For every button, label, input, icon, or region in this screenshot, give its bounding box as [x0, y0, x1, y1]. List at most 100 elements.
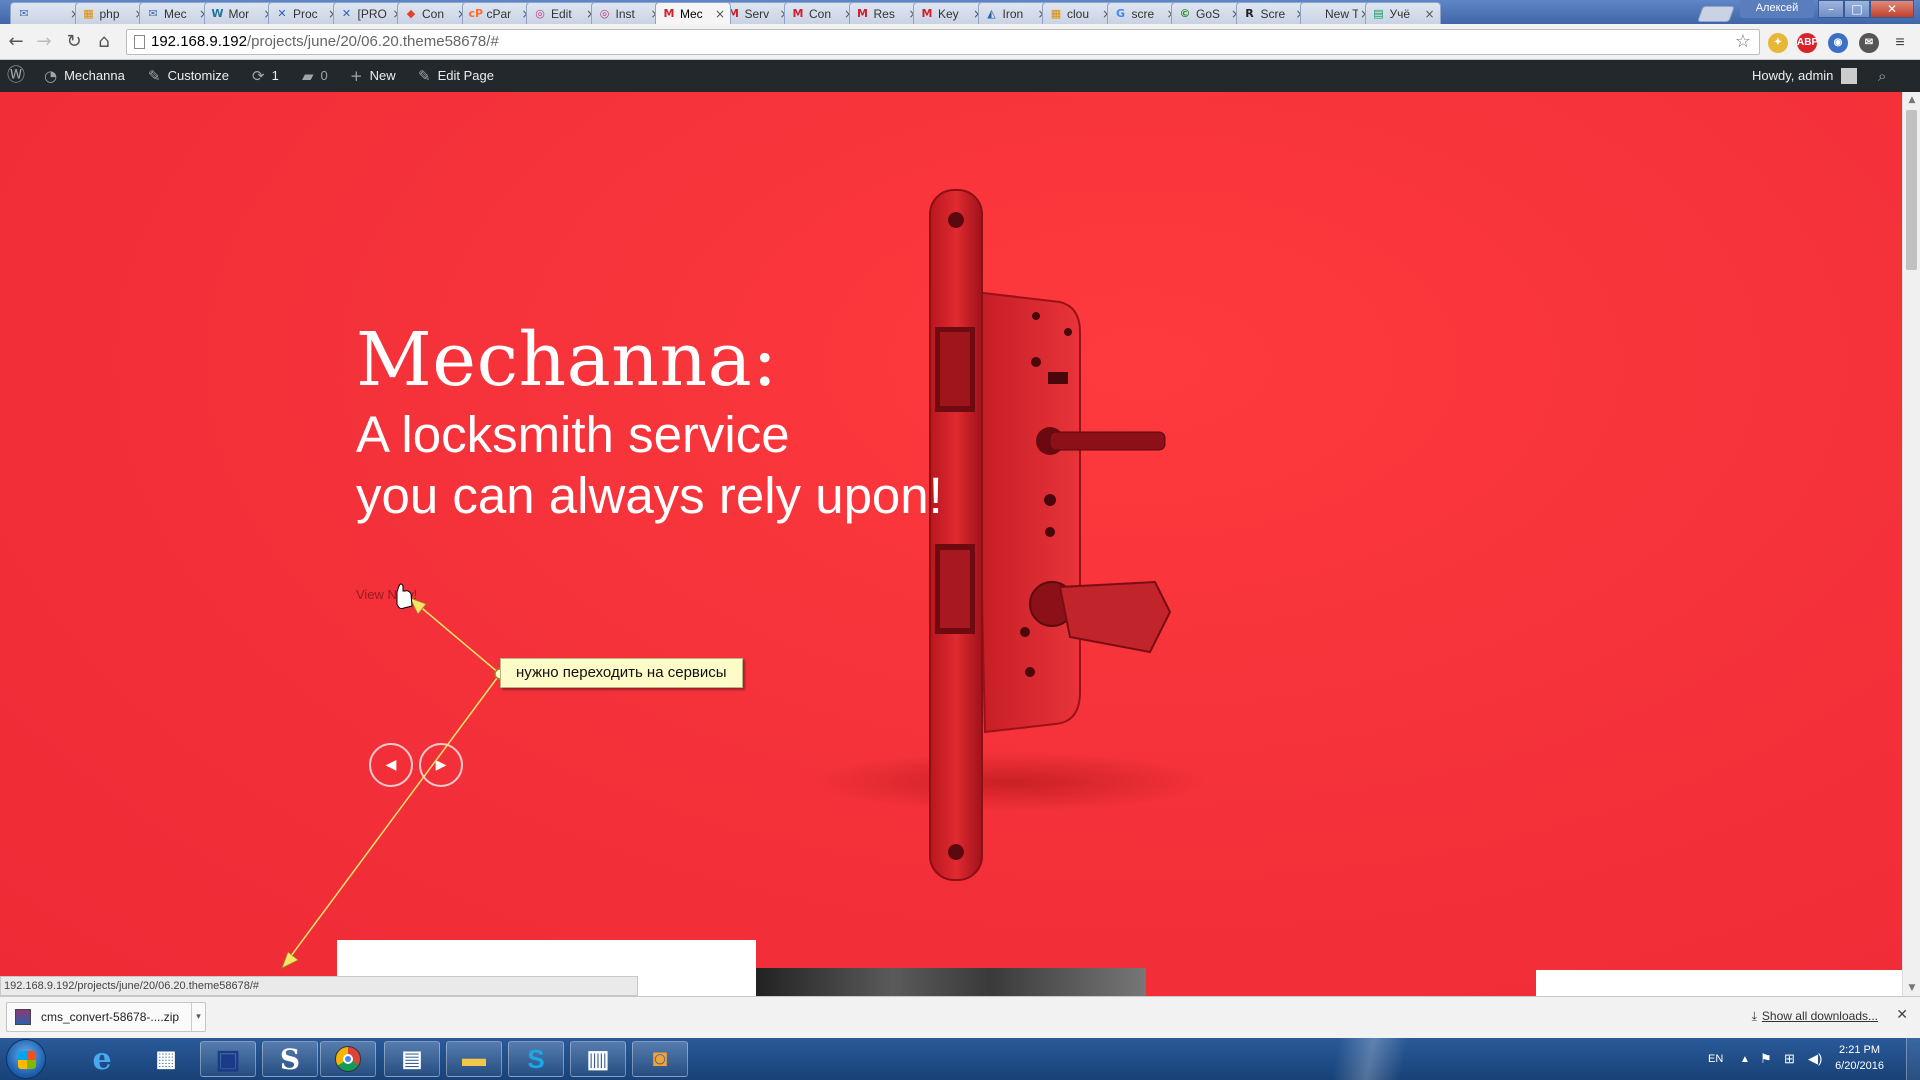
- folder-icon[interactable]: ▬: [446, 1041, 502, 1077]
- minimize-button[interactable]: –: [1818, 0, 1844, 18]
- home-icon[interactable]: ⌂: [92, 30, 116, 54]
- menu-icon[interactable]: ≡: [1890, 33, 1910, 53]
- hero-section: Mechanna: A locksmith service you can al…: [0, 92, 1902, 996]
- wp-admin-bar: Ⓦ ◔ Mechanna ✎ Customize ⟳ 1 ▰ 0 + New ✎ Edit …: [0, 60, 1920, 92]
- new-tab-button[interactable]: [1697, 6, 1735, 22]
- save-app-icon[interactable]: ▣: [200, 1041, 256, 1077]
- wp-icon: W: [211, 6, 224, 20]
- sublime-text-icon[interactable]: ▤: [384, 1041, 440, 1077]
- download-item[interactable]: cms_convert-58678-....zip ▾: [6, 1002, 206, 1032]
- service-card-3[interactable]: [1536, 970, 1902, 996]
- show-desktop-button[interactable]: [1906, 1038, 1920, 1080]
- close-download-shelf-icon[interactable]: ✕: [1896, 1007, 1908, 1023]
- scrollbar-thumb[interactable]: [1906, 110, 1917, 270]
- tab-label: Edit: [551, 6, 572, 21]
- extension-puzzle-icon[interactable]: ✦: [1768, 33, 1788, 53]
- service-card-image[interactable]: [756, 968, 1146, 996]
- tab-label: php: [99, 6, 120, 21]
- page-icon: [134, 35, 145, 49]
- admin-comments[interactable]: ▰ 0: [302, 60, 328, 92]
- window-user-badge[interactable]: Алексей: [1740, 0, 1814, 18]
- r-icon: R: [1245, 6, 1254, 20]
- tab-close-icon[interactable]: ×: [713, 7, 727, 21]
- admin-customize[interactable]: ✎ Customize: [148, 60, 229, 92]
- start-button[interactable]: [6, 1039, 46, 1079]
- m-icon: M: [921, 6, 933, 20]
- admin-edit-page[interactable]: ✎ Edit Page: [418, 60, 494, 92]
- jira-icon: ✕: [341, 6, 352, 20]
- volume-icon[interactable]: ◀): [1808, 1038, 1822, 1080]
- reload-icon[interactable]: ↻: [62, 30, 86, 54]
- action-center-flag-icon[interactable]: ⚑: [1760, 1038, 1772, 1080]
- slider-prev-button[interactable]: ◀: [369, 743, 413, 787]
- globe-extension-icon[interactable]: ◉: [1828, 33, 1848, 53]
- tab-label: Serv: [744, 6, 770, 21]
- mortise-lock-image: [810, 189, 1210, 881]
- close-window-button[interactable]: ✕: [1870, 0, 1914, 18]
- updates-icon: ⟳: [252, 67, 265, 85]
- adblock-icon[interactable]: ABP: [1797, 33, 1818, 53]
- maximize-button[interactable]: □: [1844, 0, 1870, 18]
- google-icon: G: [1115, 6, 1126, 20]
- tray-expand-icon[interactable]: ▲: [1740, 1038, 1750, 1080]
- mail-icon: ✉: [19, 6, 29, 20]
- scroll-down-icon[interactable]: ▼: [1903, 980, 1920, 996]
- browser-tab[interactable]: ▤ Учё ×: [1364, 2, 1441, 24]
- language-indicator[interactable]: EN: [1708, 1038, 1723, 1080]
- tab-label: cPar: [486, 6, 512, 21]
- skype-icon[interactable]: S: [508, 1041, 564, 1077]
- bookmark-star-icon[interactable]: ☆: [1735, 30, 1751, 54]
- chrome-icon[interactable]: [320, 1041, 376, 1077]
- iron-icon: ◭: [987, 6, 996, 20]
- tab-label: GoS: [1196, 6, 1221, 21]
- screenshot-tool-icon[interactable]: ◙: [632, 1041, 688, 1077]
- tab-label: Учё: [1389, 6, 1411, 21]
- admin-new[interactable]: + New: [350, 60, 396, 92]
- tab-label: Mec: [680, 6, 703, 21]
- system-clock[interactable]: 2:21 PM 6/20/2016: [1835, 1042, 1884, 1074]
- tab-label: Con: [809, 6, 832, 21]
- admin-updates[interactable]: ⟳ 1: [252, 60, 279, 92]
- calculator-icon[interactable]: ▦: [138, 1041, 194, 1077]
- tab-label: clou: [1067, 6, 1090, 21]
- download-menu-chevron-icon[interactable]: ▾: [191, 1003, 205, 1031]
- winrar-icon[interactable]: ▥: [570, 1041, 626, 1077]
- view-now-link[interactable]: View Now!: [356, 587, 417, 602]
- sheets-icon: ▤: [1373, 6, 1384, 20]
- tab-label: scre: [1131, 6, 1155, 21]
- back-icon[interactable]: ←: [4, 30, 28, 54]
- wordpress-logo-icon[interactable]: Ⓦ: [7, 60, 32, 92]
- tab-close-icon[interactable]: ×: [1423, 7, 1437, 21]
- url-host: 192.168.9.192: [151, 33, 247, 50]
- instagram-icon: ◎: [599, 6, 610, 20]
- mail-extension-icon[interactable]: ✉: [1859, 33, 1879, 53]
- brush-icon: ✎: [148, 67, 161, 85]
- show-all-label: Show all downloads...: [1761, 1009, 1878, 1023]
- show-all-downloads-link[interactable]: ⤓ Show all downloads...: [1752, 1009, 1878, 1024]
- admin-search-icon[interactable]: ⌕: [1878, 60, 1886, 92]
- dashboard-icon: ◔: [44, 67, 58, 85]
- tab-label: Res: [873, 6, 895, 21]
- updates-count: 1: [271, 68, 279, 83]
- annotation-callout: нужно переходить на сервисы: [500, 658, 743, 688]
- tab-label: Inst: [615, 6, 635, 21]
- admin-account[interactable]: Howdy, admin: [1752, 60, 1858, 92]
- internet-explorer-icon[interactable]: e: [74, 1041, 130, 1077]
- s-app-icon[interactable]: S: [262, 1041, 318, 1077]
- network-icon[interactable]: ⊞: [1784, 1038, 1795, 1080]
- pma-icon: ▦: [1050, 6, 1062, 20]
- plus-icon: +: [350, 67, 363, 85]
- tab-label: New Tal: [1325, 6, 1358, 21]
- browser-tab[interactable]: M Mec ×: [655, 2, 731, 24]
- download-file-name: cms_convert-58678-....zip: [41, 1010, 180, 1024]
- slider-next-button[interactable]: ▶: [419, 743, 463, 787]
- forward-icon[interactable]: →: [32, 30, 56, 54]
- page-scrollbar[interactable]: ▲ ▼: [1902, 92, 1920, 996]
- browser-tab-strip: ✉×▦php×✉Mec×WMor×✕Proc×✕[PRO×◆Con×cPcPar…: [0, 0, 1920, 24]
- address-bar[interactable]: 192.168.9.192/projects/june/20/06.20.the…: [126, 29, 1760, 55]
- scroll-up-icon[interactable]: ▲: [1903, 92, 1920, 108]
- windows-taskbar: e ▦ ▣ S ▤ ▬ S ▥ ◙ EN ▲ ⚑ ⊞ ◀) 2:21 PM 6/…: [0, 1038, 1920, 1080]
- site-name-label: Mechanna: [64, 68, 125, 83]
- admin-site-name[interactable]: ◔ Mechanna: [44, 60, 125, 92]
- new-label: New: [369, 68, 396, 83]
